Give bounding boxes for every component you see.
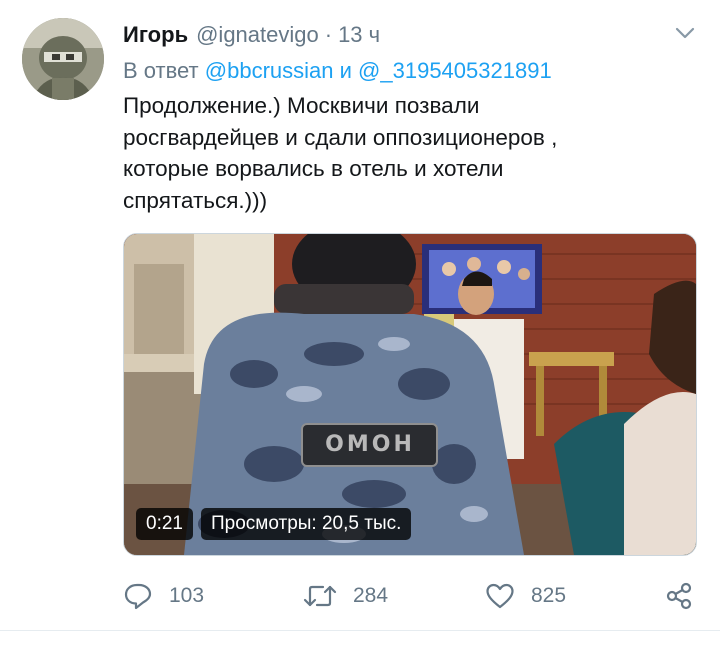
tweet-actions: 103 284 825 — [0, 578, 720, 614]
retweet-count: 284 — [353, 584, 389, 607]
reply-mention-user[interactable]: @_3195405321891 — [358, 58, 552, 83]
reply-mention-bbcrussian[interactable]: @bbcrussian — [205, 58, 334, 83]
retweet-icon — [303, 583, 337, 609]
tweet-timestamp[interactable]: 13 ч — [338, 22, 380, 48]
tweet-divider — [0, 630, 720, 631]
tweet-text: Продолжение.) Москвичи позвали росгварде… — [123, 93, 558, 213]
retweet-button[interactable]: 284 — [303, 578, 388, 614]
like-count: 825 — [531, 584, 567, 607]
heart-icon — [485, 582, 515, 610]
header-separator: · — [324, 22, 333, 47]
reply-icon — [123, 582, 153, 610]
avatar[interactable] — [22, 18, 104, 100]
author-handle[interactable]: @ignatevigo — [196, 22, 319, 48]
reply-conjunction: и — [339, 58, 352, 83]
share-icon — [664, 581, 694, 611]
video-thumbnail — [124, 234, 696, 555]
video-duration-badge: 0:21 — [136, 508, 193, 540]
reply-count: 103 — [169, 584, 205, 607]
previous-tweet-edge — [0, 0, 720, 6]
reply-button[interactable]: 103 — [123, 578, 204, 614]
reply-context: В ответ @bbcrussian и @_3195405321891 — [123, 58, 552, 84]
like-button[interactable]: 825 — [485, 578, 566, 614]
chevron-down-icon — [675, 26, 695, 44]
omon-patch-label: ОМОН — [325, 432, 415, 457]
reply-prefix: В ответ — [123, 58, 199, 83]
tweet-menu-button[interactable] — [671, 24, 699, 46]
share-button[interactable] — [664, 578, 694, 614]
author-name[interactable]: Игорь — [123, 22, 188, 48]
video-views-badge: Просмотры: 20,5 тыс. — [201, 508, 412, 540]
tweet-header: Игорь @ignatevigo · 13 ч — [123, 22, 380, 48]
